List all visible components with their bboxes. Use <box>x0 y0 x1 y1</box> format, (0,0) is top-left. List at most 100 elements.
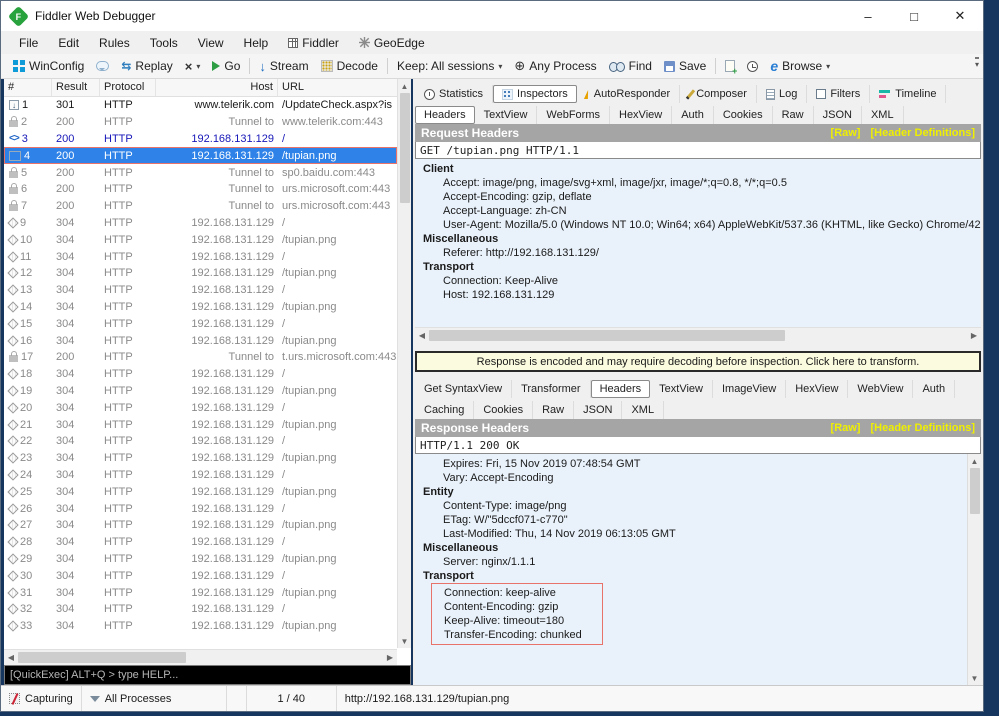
menu-rules[interactable]: Rules <box>89 34 140 52</box>
table-row[interactable]: 4200HTTP192.168.131.129/tupian.png <box>4 147 397 164</box>
tab-log[interactable]: Log <box>757 85 807 103</box>
table-row[interactable]: 15304HTTP192.168.131.129/ <box>4 315 397 332</box>
column-header-number[interactable]: # <box>4 79 52 96</box>
scroll-left-icon[interactable]: ◀ <box>4 651 18 665</box>
table-row[interactable]: 18304HTTP192.168.131.129/ <box>4 366 397 383</box>
quickexec-bar[interactable]: [QuickExec] ALT+Q > type HELP... <box>4 665 411 685</box>
response-status-line[interactable]: HTTP/1.1 200 OK <box>415 437 981 454</box>
comment-button[interactable] <box>90 59 115 73</box>
tab-req-webforms[interactable]: WebForms <box>537 106 610 124</box>
tab-resp-cookies[interactable]: Cookies <box>474 401 533 419</box>
tab-composer[interactable]: Composer <box>680 85 757 103</box>
tab-resp-json[interactable]: JSON <box>574 401 622 419</box>
table-row[interactable]: 2200HTTPTunnel towww.telerik.com:443 <box>4 114 397 131</box>
winconfig-button[interactable]: WinConfig <box>7 57 90 75</box>
tab-inspectors[interactable]: Inspectors <box>493 85 577 103</box>
scroll-left-icon[interactable]: ◀ <box>415 329 429 343</box>
tab-resp-webview[interactable]: WebView <box>848 380 913 398</box>
menu-tools[interactable]: Tools <box>140 34 188 52</box>
tab-filters[interactable]: Filters <box>807 85 870 103</box>
tab-req-json[interactable]: JSON <box>814 106 862 124</box>
replay-button[interactable]: ⇆ Replay <box>115 57 178 75</box>
tab-resp-raw[interactable]: Raw <box>533 401 574 419</box>
stream-button[interactable]: ↓ Stream <box>253 57 314 76</box>
table-row[interactable]: 25304HTTP192.168.131.129/tupian.png <box>4 483 397 500</box>
tab-req-xml[interactable]: XML <box>862 106 904 124</box>
menu-help[interactable]: Help <box>234 34 279 52</box>
session-list-hscrollbar[interactable]: ◀ ▶ <box>4 649 397 665</box>
tab-statistics[interactable]: Statistics <box>415 85 493 103</box>
tab-resp-textview[interactable]: TextView <box>650 380 713 398</box>
table-row[interactable]: 12304HTTP192.168.131.129/tupian.png <box>4 265 397 282</box>
tab-req-hexview[interactable]: HexView <box>610 106 672 124</box>
scrollbar-thumb[interactable] <box>970 468 980 514</box>
request-hscrollbar[interactable]: ◀ ▶ <box>415 327 981 343</box>
table-row[interactable]: 21304HTTP192.168.131.129/tupian.png <box>4 416 397 433</box>
menu-geoedge[interactable]: GeoEdge <box>349 34 435 52</box>
menu-file[interactable]: File <box>9 34 48 52</box>
scroll-right-icon[interactable]: ▶ <box>383 651 397 665</box>
close-button[interactable]: ✕ <box>937 1 983 31</box>
table-row[interactable]: 26304HTTP192.168.131.129/ <box>4 500 397 517</box>
table-row[interactable]: 23304HTTP192.168.131.129/tupian.png <box>4 450 397 467</box>
tab-req-headers[interactable]: Headers <box>415 106 475 124</box>
tab-autoresponder[interactable]: AutoResponder <box>577 85 680 103</box>
table-row[interactable]: 9304HTTP192.168.131.129/ <box>4 215 397 232</box>
toolbar-overflow-button[interactable]: ▾ <box>975 57 979 69</box>
table-row[interactable]: 31304HTTP192.168.131.129/tupian.png <box>4 584 397 601</box>
header-definitions-link[interactable]: [Header Definitions] <box>870 422 975 434</box>
table-row[interactable]: 11304HTTP192.168.131.129/ <box>4 248 397 265</box>
keep-sessions-dropdown[interactable]: Keep: All sessions ▾ <box>391 57 508 75</box>
table-row[interactable]: 28304HTTP192.168.131.129/ <box>4 534 397 551</box>
process-filter[interactable]: All Processes <box>82 686 227 711</box>
decode-button[interactable]: Decode <box>315 57 384 75</box>
browse-button[interactable]: e Browse ▾ <box>764 57 836 75</box>
tab-timeline[interactable]: Timeline <box>870 85 946 103</box>
session-list-vscrollbar[interactable]: ▲ ▼ <box>397 79 411 648</box>
screenshot-button[interactable] <box>719 58 741 74</box>
tab-resp-transformer[interactable]: Transformer <box>512 380 591 398</box>
table-row[interactable]: 20304HTTP192.168.131.129/ <box>4 399 397 416</box>
find-button[interactable]: Find <box>603 57 658 75</box>
table-row[interactable]: 19304HTTP192.168.131.129/tupian.png <box>4 383 397 400</box>
table-row[interactable]: 16304HTTP192.168.131.129/tupian.png <box>4 332 397 349</box>
table-row[interactable]: 17200HTTPTunnel tot.urs.microsoft.com:44… <box>4 349 397 366</box>
scroll-right-icon[interactable]: ▶ <box>967 329 981 343</box>
table-row[interactable]: 13304HTTP192.168.131.129/ <box>4 282 397 299</box>
tab-resp-hexview[interactable]: HexView <box>786 380 848 398</box>
menu-fiddler[interactable]: Fiddler <box>278 34 349 52</box>
response-vscrollbar[interactable]: ▲ ▼ <box>967 454 981 685</box>
tab-req-cookies[interactable]: Cookies <box>714 106 773 124</box>
column-header-url[interactable]: URL <box>278 79 411 96</box>
tab-resp-headers[interactable]: Headers <box>591 380 651 398</box>
table-row[interactable]: 6200HTTPTunnel tours.microsoft.com:443 <box>4 181 397 198</box>
table-row[interactable]: 32304HTTP192.168.131.129/ <box>4 601 397 618</box>
table-row[interactable]: 24304HTTP192.168.131.129/ <box>4 467 397 484</box>
transform-notice[interactable]: Response is encoded and may require deco… <box>415 351 981 372</box>
tab-req-textview[interactable]: TextView <box>475 106 538 124</box>
scroll-down-icon[interactable]: ▼ <box>968 671 981 685</box>
scrollbar-thumb[interactable] <box>400 93 410 203</box>
scroll-up-icon[interactable]: ▲ <box>968 454 981 468</box>
raw-link[interactable]: [Raw] <box>831 127 861 139</box>
table-row[interactable]: 33304HTTP192.168.131.129/tupian.png <box>4 618 397 635</box>
timer-button[interactable] <box>741 59 764 74</box>
minimize-button[interactable]: – <box>845 1 891 31</box>
tab-resp-imageview[interactable]: ImageView <box>713 380 786 398</box>
menu-edit[interactable]: Edit <box>48 34 89 52</box>
table-row[interactable]: 27304HTTP192.168.131.129/tupian.png <box>4 517 397 534</box>
save-button[interactable]: Save <box>658 57 712 75</box>
column-header-host[interactable]: Host <box>156 79 278 96</box>
remove-button[interactable]: × ▾ <box>179 57 207 76</box>
scrollbar-thumb[interactable] <box>18 652 186 663</box>
tab-resp-xml[interactable]: XML <box>622 401 664 419</box>
scrollbar-thumb[interactable] <box>429 330 785 341</box>
table-row[interactable]: <>3200HTTP192.168.131.129/ <box>4 131 397 148</box>
menu-view[interactable]: View <box>188 34 234 52</box>
table-row[interactable]: 10304HTTP192.168.131.129/tupian.png <box>4 231 397 248</box>
table-row[interactable]: ↓1301HTTPwww.telerik.com/UpdateCheck.asp… <box>4 97 397 114</box>
tab-resp-syntaxview[interactable]: Get SyntaxView <box>415 380 512 398</box>
scroll-up-icon[interactable]: ▲ <box>398 79 411 93</box>
scroll-down-icon[interactable]: ▼ <box>398 634 411 648</box>
tab-req-raw[interactable]: Raw <box>773 106 814 124</box>
